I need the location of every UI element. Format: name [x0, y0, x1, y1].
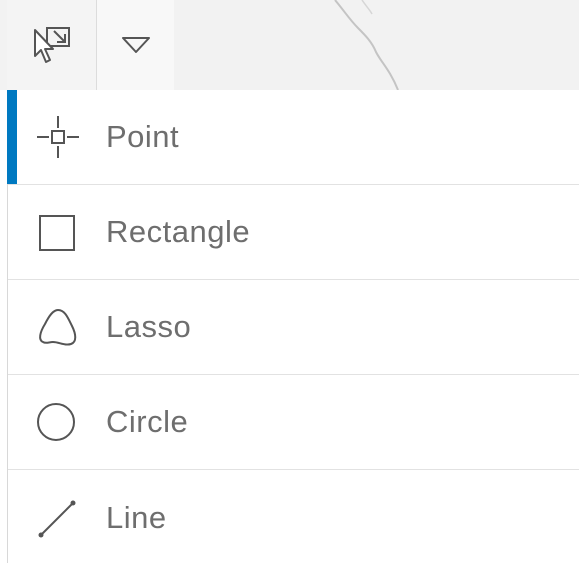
selection-dropdown-button[interactable]: [97, 0, 174, 90]
menu-item-rectangle[interactable]: Rectangle: [8, 185, 579, 280]
app-frame: Point Rectangle Lasso Circle Line: [0, 0, 579, 563]
menu-item-label: Point: [106, 119, 180, 154]
line-icon: [35, 495, 81, 541]
menu-item-line[interactable]: Line: [8, 470, 579, 563]
circle-icon: [35, 399, 81, 445]
lasso-icon: [35, 304, 81, 350]
point-crosshair-icon: [35, 114, 81, 160]
menu-item-label: Line: [106, 499, 167, 535]
menu-item-point[interactable]: Point: [7, 90, 579, 185]
select-tool-button[interactable]: [7, 0, 97, 90]
triangle-down-icon: [121, 37, 150, 53]
rectangle-icon: [35, 209, 81, 255]
menu-item-label: Lasso: [106, 309, 192, 344]
menu-item-label: Circle: [106, 404, 189, 439]
select-cursor-icon: [33, 27, 70, 63]
selection-toolbar: [7, 0, 174, 90]
menu-item-lasso[interactable]: Lasso: [8, 280, 579, 375]
menu-item-label: Rectangle: [106, 214, 251, 249]
selection-mode-menu: Point Rectangle Lasso Circle Line: [7, 90, 579, 563]
menu-item-circle[interactable]: Circle: [8, 375, 579, 470]
